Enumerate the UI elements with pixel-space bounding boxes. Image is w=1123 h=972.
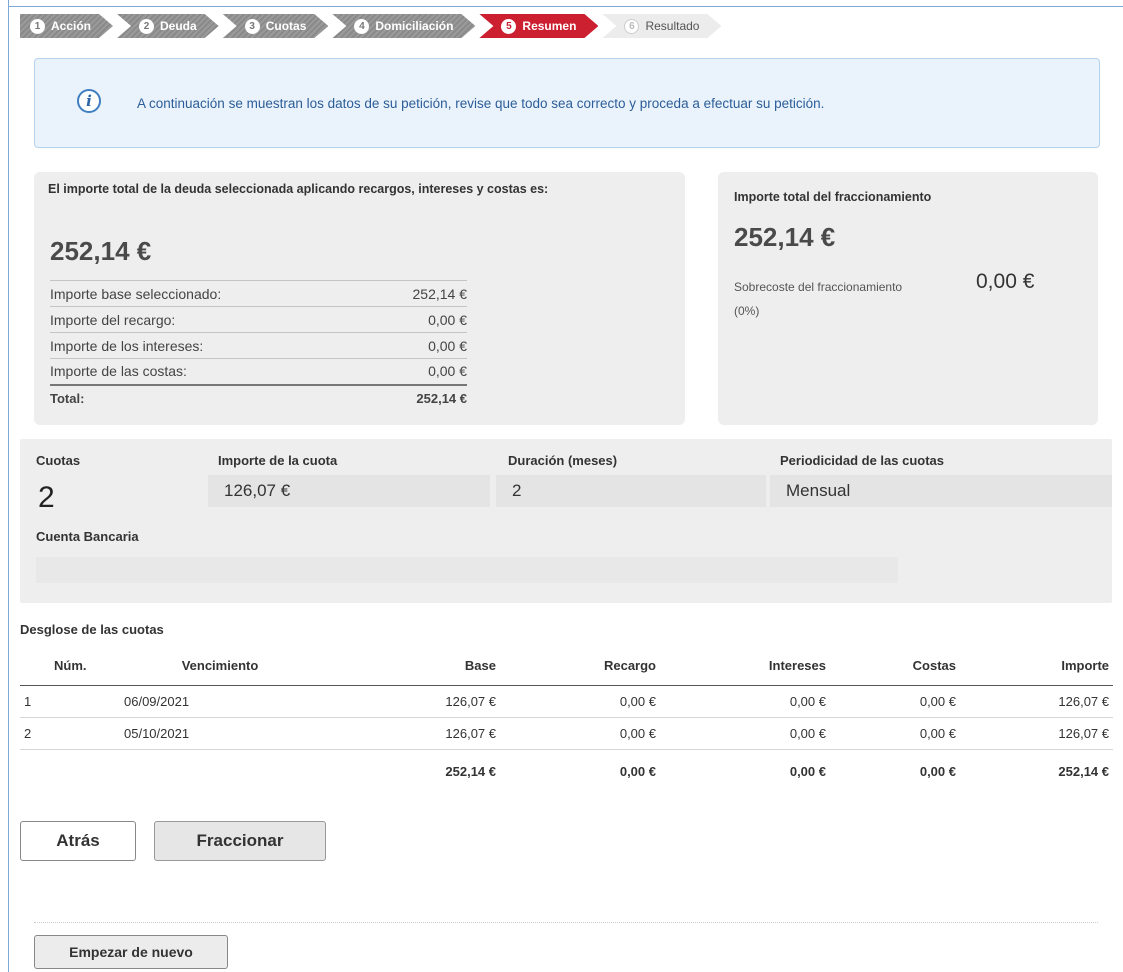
- debt-total-row: Total: 252,14 €: [50, 383, 467, 411]
- page-frame-top: [8, 6, 1123, 7]
- step-number: 1: [30, 19, 45, 34]
- periodicidad-value: Mensual: [770, 475, 1112, 507]
- restart-button[interactable]: Empezar de nuevo: [34, 935, 228, 969]
- step-number: 3: [245, 19, 260, 34]
- cuenta-bancaria-value: [36, 557, 898, 583]
- table-row: 1 06/09/2021 126,07 € 0,00 € 0,00 € 0,00…: [20, 685, 1113, 718]
- debt-row-label: Importe de las costas:: [50, 358, 367, 385]
- cuenta-bancaria-label: Cuenta Bancaria: [36, 529, 139, 544]
- installments-table: Núm. Vencimiento Base Recargo Intereses …: [20, 647, 1113, 793]
- step-label: Domiciliación: [375, 19, 454, 33]
- step-label: Resultado: [645, 19, 700, 33]
- cell: 06/09/2021: [110, 685, 330, 718]
- table-row: 2 05/10/2021 126,07 € 0,00 € 0,00 € 0,00…: [20, 717, 1113, 750]
- surcharge-percent: (0%): [734, 304, 760, 318]
- col-header: Intereses: [660, 647, 830, 686]
- cell: 0,00 €: [660, 685, 830, 718]
- debt-breakdown-table: Importe base seleccionado: 252,14 € Impo…: [50, 280, 467, 411]
- fraction-heading: Importe total del fraccionamiento: [734, 190, 932, 204]
- step-number: 6: [624, 19, 639, 34]
- importe-cuota-value: 126,07 €: [208, 475, 490, 507]
- col-header: Vencimiento: [110, 647, 330, 686]
- wizard-stepper: 1 Acción 2 Deuda 3 Cuotas 4 Domiciliació…: [20, 14, 725, 38]
- debt-row: Importe del recargo: 0,00 €: [50, 306, 467, 333]
- cell: 0,00 €: [660, 717, 830, 750]
- step-resultado: 6 Resultado: [602, 14, 721, 38]
- cell: 126,07 €: [960, 685, 1113, 718]
- cell: 126,07 €: [960, 717, 1113, 750]
- step-label: Resumen: [522, 19, 577, 33]
- debt-row-label: Importe de los intereses:: [50, 332, 367, 359]
- col-header: Núm.: [20, 647, 110, 686]
- surcharge-value: 0,00 €: [976, 270, 1035, 293]
- table-totals-row: 252,14 € 0,00 € 0,00 € 0,00 € 252,14 €: [20, 748, 1113, 793]
- step-number: 5: [501, 19, 516, 34]
- cell: [110, 748, 330, 793]
- debt-summary-panel: El importe total de la deuda seleccionad…: [34, 172, 685, 425]
- col-header: Costas: [830, 647, 960, 686]
- cuotas-value: 2: [38, 481, 55, 514]
- debt-row-label: Importe base seleccionado:: [50, 280, 367, 307]
- debt-row-value: 252,14 €: [366, 280, 467, 307]
- cell: 05/10/2021: [110, 717, 330, 750]
- debt-row: Importe de las costas: 0,00 €: [50, 358, 467, 385]
- info-message-box: i A continuación se muestran los datos d…: [34, 58, 1100, 148]
- step-accion[interactable]: 1 Acción: [20, 14, 113, 38]
- cell: 2: [20, 717, 110, 750]
- cell: [20, 748, 110, 793]
- cell: 0,00 €: [660, 748, 830, 793]
- col-header: Base: [330, 647, 500, 686]
- fraction-total-amount: 252,14 €: [734, 222, 836, 252]
- breakdown-title: Desglose de las cuotas: [20, 622, 164, 637]
- cell: 126,07 €: [330, 685, 500, 718]
- fraccionar-button[interactable]: Fraccionar: [154, 821, 326, 861]
- page-frame-left: [8, 0, 9, 972]
- debt-row: Importe de los intereses: 0,00 €: [50, 332, 467, 359]
- duracion-label: Duración (meses): [508, 453, 618, 468]
- col-header: Recargo: [500, 647, 660, 686]
- step-label: Cuotas: [265, 19, 307, 33]
- cell: 0,00 €: [500, 748, 660, 793]
- step-deuda[interactable]: 2 Deuda: [117, 14, 219, 38]
- periodicidad-label: Periodicidad de las cuotas: [780, 453, 944, 468]
- cell: 126,07 €: [330, 717, 500, 750]
- debt-row-value: 0,00 €: [366, 358, 467, 385]
- info-message-text: A continuación se muestran los datos de …: [137, 95, 825, 111]
- debt-row-label: Importe del recargo:: [50, 306, 367, 333]
- back-button[interactable]: Atrás: [20, 821, 136, 861]
- plan-details-panel: Cuotas 2 Importe de la cuota 126,07 € Du…: [20, 439, 1112, 603]
- step-label: Acción: [51, 19, 92, 33]
- col-header: Importe: [960, 647, 1113, 686]
- debt-row-value: 0,00 €: [366, 306, 467, 333]
- cell: 252,14 €: [960, 748, 1113, 793]
- cell: 0,00 €: [830, 748, 960, 793]
- cell: 252,14 €: [330, 748, 500, 793]
- debt-heading: El importe total de la deuda seleccionad…: [48, 182, 549, 196]
- cell: 0,00 €: [830, 717, 960, 750]
- step-cuotas[interactable]: 3 Cuotas: [223, 14, 329, 38]
- debt-total-value: 252,14 €: [366, 383, 467, 411]
- cell: 1: [20, 685, 110, 718]
- debt-total-label: Total:: [50, 383, 367, 411]
- fraction-summary-panel: Importe total del fraccionamiento 252,14…: [718, 172, 1098, 425]
- debt-row: Importe base seleccionado: 252,14 €: [50, 280, 467, 307]
- step-domiciliacion[interactable]: 4 Domiciliación: [332, 14, 475, 38]
- duracion-value: 2: [496, 475, 766, 507]
- step-number: 4: [354, 19, 369, 34]
- step-resumen: 5 Resumen: [479, 14, 598, 38]
- divider: [34, 922, 1098, 923]
- info-icon: i: [77, 89, 101, 113]
- cell: 0,00 €: [500, 717, 660, 750]
- cuotas-label: Cuotas: [36, 453, 81, 468]
- step-number: 2: [139, 19, 154, 34]
- table-header-row: Núm. Vencimiento Base Recargo Intereses …: [20, 647, 1113, 686]
- importe-cuota-label: Importe de la cuota: [218, 453, 338, 468]
- step-label: Deuda: [160, 19, 197, 33]
- debt-row-value: 0,00 €: [366, 332, 467, 359]
- cell: 0,00 €: [500, 685, 660, 718]
- cell: 0,00 €: [830, 685, 960, 718]
- surcharge-label: Sobrecoste del fraccionamiento: [734, 280, 903, 294]
- debt-total-amount: 252,14 €: [50, 236, 152, 266]
